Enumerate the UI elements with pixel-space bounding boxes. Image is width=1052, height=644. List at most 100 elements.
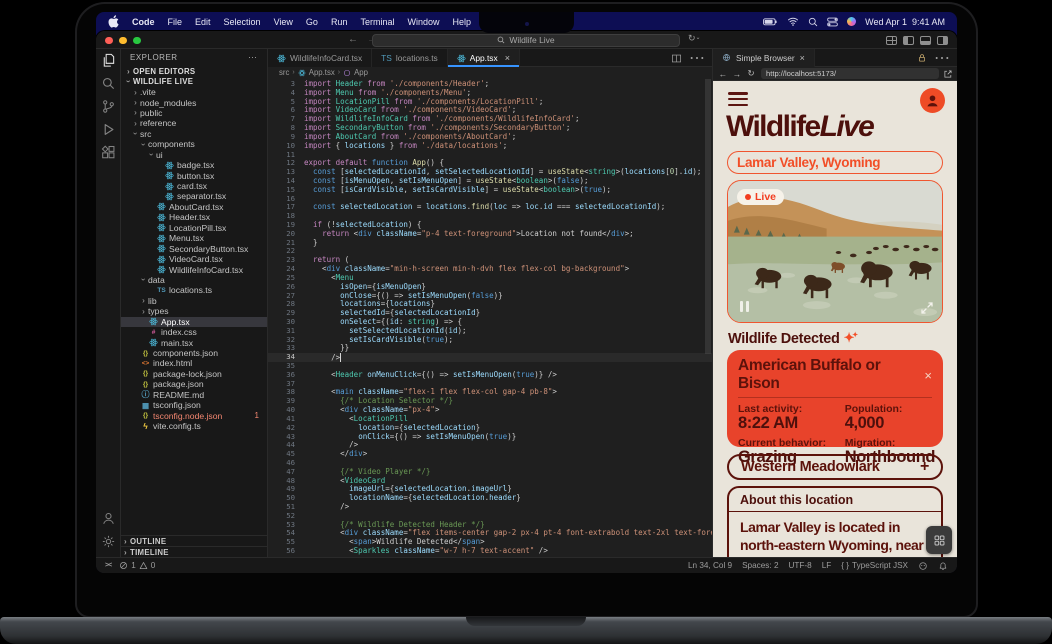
indentation[interactable]: Spaces: 2 bbox=[742, 561, 778, 570]
language-mode[interactable]: { }TypeScript JSX bbox=[841, 561, 908, 570]
control-center-icon[interactable] bbox=[827, 17, 838, 27]
browser-reload-icon[interactable]: ↻ bbox=[745, 68, 757, 79]
tree-item-src[interactable]: ›src bbox=[121, 129, 267, 139]
problems-indicator[interactable]: 1 0 bbox=[119, 561, 155, 570]
toggle-secondary-sidebar-icon[interactable] bbox=[937, 36, 948, 45]
editor-scrollbar[interactable] bbox=[705, 79, 711, 354]
location-pill-button[interactable]: Lamar Valley, Wyoming bbox=[727, 151, 943, 174]
tree-section-wildlife-live[interactable]: ›WILDLIFE LIVE bbox=[121, 76, 267, 86]
close-window-button[interactable] bbox=[105, 37, 113, 45]
search-sidebar-icon[interactable] bbox=[96, 72, 121, 95]
editor-tab-WildlifeInfoCard.tsx[interactable]: WildlifeInfoCard.tsx bbox=[268, 49, 372, 67]
search-icon[interactable] bbox=[808, 17, 818, 27]
tree-item-locations.ts[interactable]: TSlocations.ts bbox=[121, 285, 267, 295]
run-debug-icon[interactable] bbox=[96, 118, 121, 141]
tree-item-videocard.tsx[interactable]: VideoCard.tsx bbox=[121, 254, 267, 264]
tree-item-main.tsx[interactable]: main.tsx bbox=[121, 337, 267, 347]
editor-more-actions-icon[interactable]: ⋯ bbox=[689, 48, 705, 68]
hamburger-menu-icon[interactable] bbox=[728, 92, 748, 109]
tree-item-wildlifeinfocard.tsx[interactable]: WildlifeInfoCard.tsx bbox=[121, 264, 267, 274]
accounts-icon[interactable] bbox=[96, 507, 121, 530]
url-input[interactable]: http://localhost:5173/ bbox=[761, 68, 939, 79]
nav-back-icon[interactable]: ← bbox=[348, 34, 358, 45]
tree-item-vite.config.ts[interactable]: ϟvite.config.ts bbox=[121, 421, 267, 431]
tree-item-badge.tsx[interactable]: badge.tsx bbox=[121, 160, 267, 170]
explorer-more-actions-icon[interactable]: ⋯ bbox=[248, 52, 258, 63]
remote-indicator-icon[interactable]: >< bbox=[105, 562, 111, 569]
tree-item-tsconfig.json[interactable]: ▦tsconfig.json bbox=[121, 400, 267, 410]
open-external-icon[interactable] bbox=[943, 69, 953, 79]
cursor-position[interactable]: Ln 34, Col 9 bbox=[688, 561, 732, 570]
timeline-section[interactable]: ›TIMELINE bbox=[121, 546, 267, 557]
editor-tab-locations.ts[interactable]: TSlocations.ts bbox=[372, 49, 448, 67]
tree-item-data[interactable]: ›data bbox=[121, 275, 267, 285]
tree-section-open-editors[interactable]: ›OPEN EDITORS bbox=[121, 66, 267, 76]
simple-browser-tab[interactable]: Simple Browser × bbox=[713, 49, 815, 67]
menu-item-view[interactable]: View bbox=[274, 17, 293, 27]
tree-item-aboutcard.tsx[interactable]: AboutCard.tsx bbox=[121, 202, 267, 212]
explorer-icon[interactable] bbox=[96, 49, 121, 72]
tree-item-public[interactable]: ›public bbox=[121, 108, 267, 118]
menu-item-window[interactable]: Window bbox=[407, 17, 439, 27]
tree-item-package.json[interactable]: {}package.json bbox=[121, 379, 267, 389]
source-control-icon[interactable] bbox=[96, 95, 121, 118]
menu-item-help[interactable]: Help bbox=[452, 17, 471, 27]
devtools-grid-button[interactable] bbox=[926, 526, 952, 554]
customize-layout-icon[interactable] bbox=[886, 36, 897, 45]
outline-section[interactable]: ›OUTLINE bbox=[121, 535, 267, 546]
menu-item-terminal[interactable]: Terminal bbox=[360, 17, 394, 27]
tree-item-secondarybutton.tsx[interactable]: SecondaryButton.tsx bbox=[121, 243, 267, 253]
copilot-icon[interactable] bbox=[918, 561, 928, 571]
command-center-search[interactable]: Wildlife Live bbox=[372, 34, 680, 47]
menu-item-code[interactable]: Code bbox=[132, 17, 155, 27]
expand-icon[interactable] bbox=[921, 302, 933, 314]
apple-menu-icon[interactable] bbox=[108, 15, 119, 28]
zoom-window-button[interactable] bbox=[133, 37, 141, 45]
tree-item-separator.tsx[interactable]: separator.tsx bbox=[121, 191, 267, 201]
toggle-panel-icon[interactable] bbox=[920, 36, 931, 45]
breadcrumb[interactable]: src› App.tsx› App bbox=[268, 67, 712, 78]
editor-tab-App.tsx[interactable]: App.tsx× bbox=[448, 49, 520, 67]
menu-item-run[interactable]: Run bbox=[331, 17, 348, 27]
tree-item-.vite[interactable]: ›.vite bbox=[121, 87, 267, 97]
close-browser-tab-icon[interactable]: × bbox=[800, 53, 805, 63]
eol[interactable]: LF bbox=[822, 561, 832, 570]
tree-item-components.json[interactable]: {}components.json bbox=[121, 348, 267, 358]
tree-item-readme.md[interactable]: ⓘREADME.md bbox=[121, 390, 267, 400]
tree-item-index.css[interactable]: #index.css bbox=[121, 327, 267, 337]
tree-item-package-lock.json[interactable]: {}package-lock.json bbox=[121, 369, 267, 379]
settings-gear-icon[interactable] bbox=[96, 530, 121, 553]
command-center-extra-icon[interactable]: ↻⌄ bbox=[688, 33, 701, 44]
menu-item-file[interactable]: File bbox=[168, 17, 183, 27]
tree-item-locationpill.tsx[interactable]: LocationPill.tsx bbox=[121, 223, 267, 233]
tree-item-app.tsx[interactable]: App.tsx bbox=[121, 317, 267, 327]
minimize-window-button[interactable] bbox=[119, 37, 127, 45]
notifications-bell-icon[interactable] bbox=[938, 561, 948, 571]
avatar[interactable] bbox=[920, 88, 945, 113]
split-editor-icon[interactable] bbox=[671, 53, 682, 64]
tree-item-components[interactable]: ›components bbox=[121, 139, 267, 149]
siri-icon[interactable] bbox=[847, 17, 856, 26]
tree-item-index.html[interactable]: <>index.html bbox=[121, 358, 267, 368]
western-meadowlark-button[interactable]: Western Meadowlark + bbox=[727, 454, 943, 480]
tree-item-header.tsx[interactable]: Header.tsx bbox=[121, 212, 267, 222]
browser-more-actions-icon[interactable]: ⋯ bbox=[934, 48, 950, 68]
browser-back-icon[interactable]: ← bbox=[717, 69, 729, 79]
tree-item-ui[interactable]: ›ui bbox=[121, 150, 267, 160]
pause-icon[interactable] bbox=[740, 301, 749, 312]
tree-item-lib[interactable]: ›lib bbox=[121, 296, 267, 306]
encoding[interactable]: UTF-8 bbox=[789, 561, 812, 570]
extensions-icon[interactable] bbox=[96, 141, 121, 164]
tree-item-node-modules[interactable]: ›node_modules bbox=[121, 97, 267, 107]
tree-item-reference[interactable]: ›reference bbox=[121, 118, 267, 128]
tree-item-button.tsx[interactable]: button.tsx bbox=[121, 170, 267, 180]
tree-item-card.tsx[interactable]: card.tsx bbox=[121, 181, 267, 191]
menu-item-edit[interactable]: Edit bbox=[195, 17, 211, 27]
toggle-primary-sidebar-icon[interactable] bbox=[903, 36, 914, 45]
menu-item-go[interactable]: Go bbox=[306, 17, 318, 27]
close-tab-icon[interactable]: × bbox=[505, 53, 510, 63]
browser-forward-icon[interactable]: → bbox=[731, 69, 743, 79]
tree-item-types[interactable]: ›types bbox=[121, 306, 267, 316]
code-editor[interactable]: 3import Header from './components/Header… bbox=[268, 78, 712, 557]
close-info-card-icon[interactable]: × bbox=[924, 369, 932, 382]
